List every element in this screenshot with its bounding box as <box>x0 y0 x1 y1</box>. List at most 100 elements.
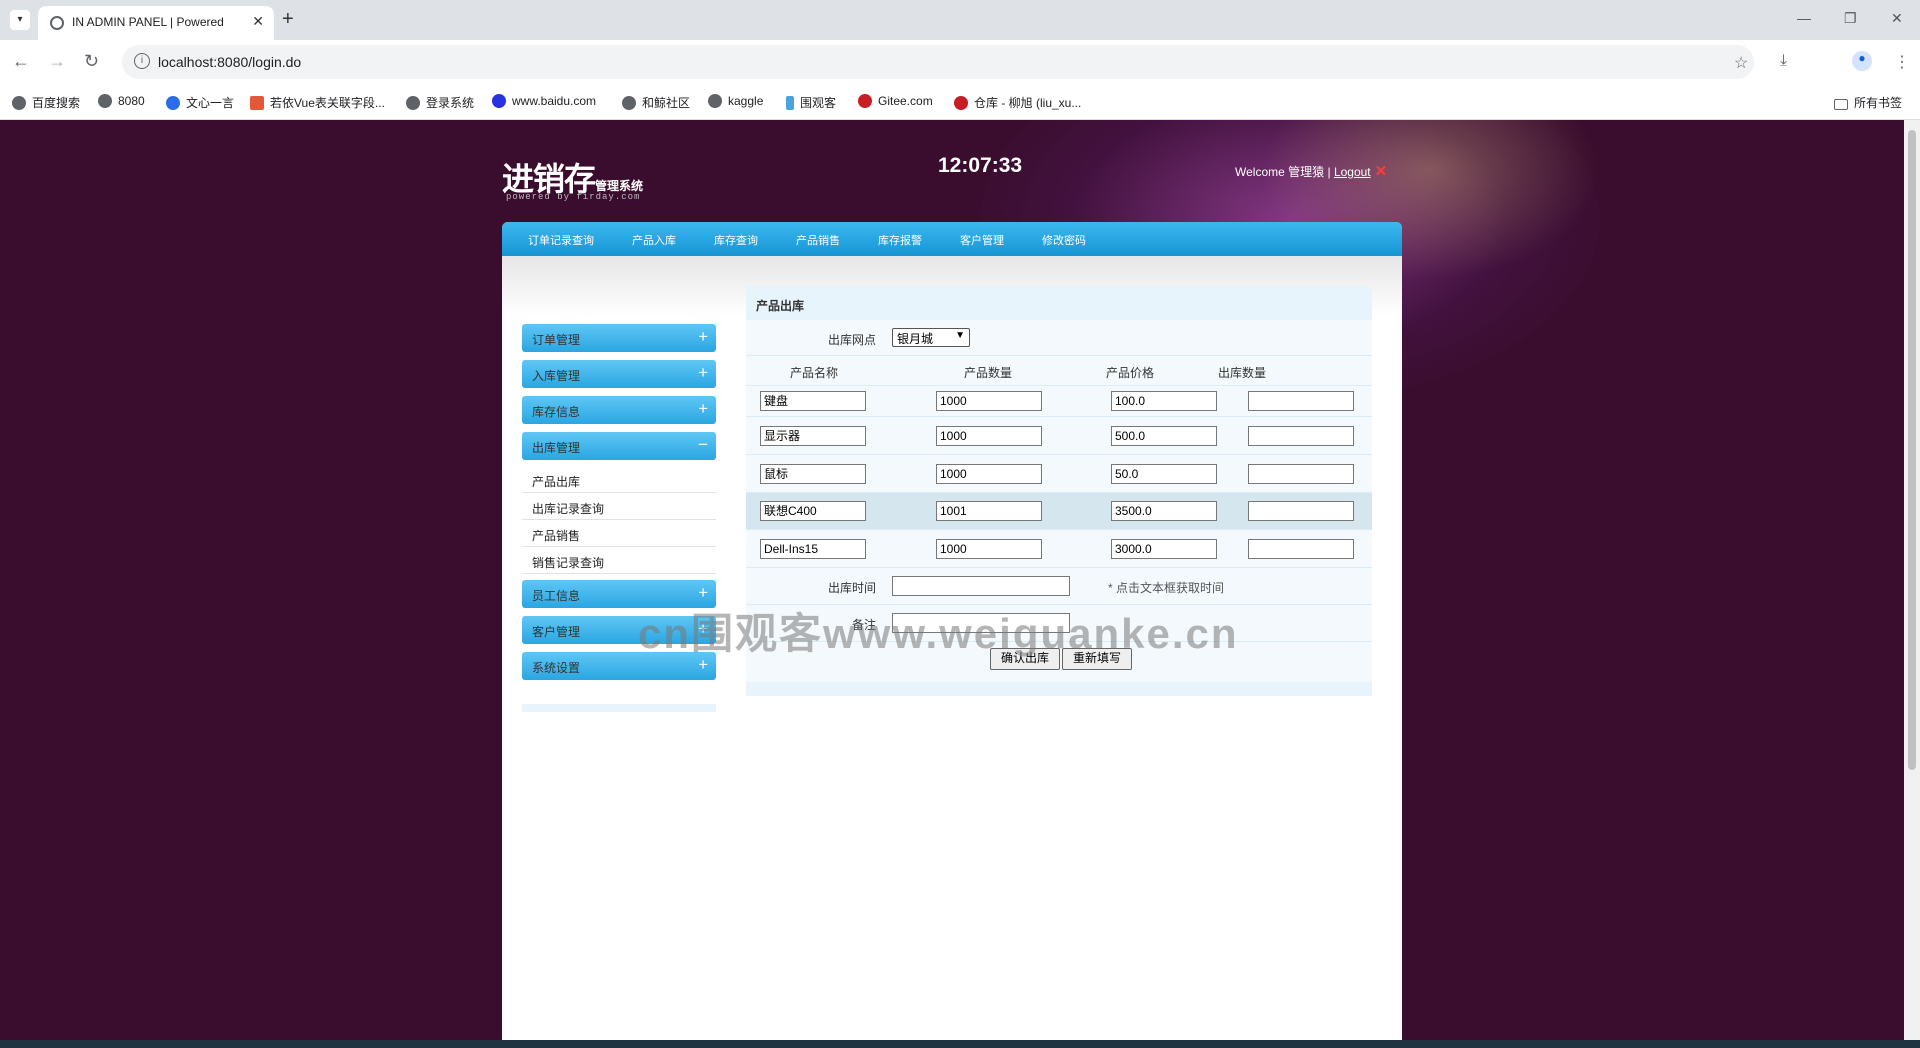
table-row: 鼠标 1000 50.0 <box>746 455 1372 493</box>
baidu-paw-icon <box>492 94 506 108</box>
nav-order-records[interactable]: 订单记录查询 <box>528 232 594 248</box>
globe-icon <box>708 94 722 108</box>
product-qty-field[interactable]: 1001 <box>936 501 1042 521</box>
product-qty-field[interactable]: 1000 <box>936 426 1042 446</box>
bookmarks-bar: 百度搜索 8080 文心一言 若依Vue表关联字段... 登录系统 www.ba… <box>0 84 1920 120</box>
bookmark-item[interactable]: 登录系统 <box>406 94 474 111</box>
sidebar-item-outbound-records[interactable]: 出库记录查询 <box>522 493 716 520</box>
restore-icon[interactable]: ❐ <box>1844 10 1857 27</box>
globe-icon <box>406 96 420 110</box>
table-row: 显示器 1000 500.0 <box>746 417 1372 455</box>
outlet-select[interactable]: 银月城 ▼ <box>892 328 970 347</box>
product-price-field[interactable]: 500.0 <box>1111 426 1217 446</box>
bookmark-item[interactable]: 8080 <box>98 94 145 108</box>
plus-icon: + <box>698 399 708 418</box>
outbound-qty-field[interactable] <box>1248 391 1354 411</box>
bookmark-item[interactable]: 若依Vue表关联字段... <box>250 94 385 111</box>
table-header: 产品名称 产品数量 产品价格 出库数量 <box>746 356 1372 386</box>
product-qty-field[interactable]: 1000 <box>936 539 1042 559</box>
sidebar-group-inbound[interactable]: 入库管理 + <box>522 360 716 388</box>
bookmark-item[interactable]: 百度搜索 <box>12 94 80 111</box>
outbound-qty-field[interactable] <box>1248 501 1354 521</box>
sidebar-group-stock[interactable]: 库存信息 + <box>522 396 716 424</box>
bookmark-item[interactable]: 仓库 - 柳旭 (liu_xu... <box>954 94 1081 111</box>
product-qty-field[interactable]: 1000 <box>936 464 1042 484</box>
product-name-field[interactable]: 鼠标 <box>760 464 866 484</box>
sidebar-group-outbound[interactable]: 出库管理 − <box>522 432 716 460</box>
download-icon[interactable]: ⤓ <box>1780 52 1787 70</box>
profile-icon[interactable]: ● <box>1852 51 1872 71</box>
chevron-down-icon: ▼ <box>955 330 965 341</box>
product-qty-field[interactable]: 1000 <box>936 391 1042 411</box>
back-icon[interactable]: ← <box>12 51 30 72</box>
page-scrollbar[interactable] <box>1904 120 1920 1040</box>
url-text: localhost:8080/login.do <box>158 54 302 70</box>
gitee-icon <box>858 94 872 108</box>
globe-icon <box>12 96 26 110</box>
browser-toolbar: ← → ↻ i localhost:8080/login.do ☆ ⤓ ● ⋮ <box>0 40 1920 84</box>
top-navigation: 订单记录查询 产品入库 库存查询 产品销售 库存报警 客户管理 修改密码 <box>502 222 1402 256</box>
forward-icon[interactable]: → <box>48 51 66 72</box>
time-hint: * 点击文本框获取时间 <box>1108 581 1225 595</box>
nav-change-password[interactable]: 修改密码 <box>1042 232 1086 248</box>
bookmark-item[interactable]: www.baidu.com <box>492 94 596 108</box>
product-name-field[interactable]: 显示器 <box>760 426 866 446</box>
logo-sub-text: 管理系统 <box>595 179 644 193</box>
bookmark-item[interactable]: kaggle <box>708 94 763 108</box>
scrollbar-thumb[interactable] <box>1908 130 1916 770</box>
form-title: 产品出库 <box>756 299 805 313</box>
logout-link[interactable]: Logout <box>1334 165 1371 179</box>
outbound-qty-field[interactable] <box>1248 464 1354 484</box>
sidebar-group-orders[interactable]: 订单管理 + <box>522 324 716 352</box>
nav-product-inbound[interactable]: 产品入库 <box>632 232 676 248</box>
product-name-field[interactable]: 联想C400 <box>760 501 866 521</box>
bookmark-item[interactable]: 围观客 <box>786 94 836 111</box>
minimize-icon[interactable]: — <box>1797 10 1811 26</box>
welcome-area: Welcome 管理猿 | Logout ✕ <box>1235 162 1387 180</box>
nav-customer-management[interactable]: 客户管理 <box>960 232 1004 248</box>
sidebar-item-product-outbound[interactable]: 产品出库 <box>522 466 716 493</box>
table-row: 键盘 1000 100.0 <box>746 386 1372 417</box>
sidebar-item-product-sales[interactable]: 产品销售 <box>522 520 716 547</box>
product-name-field[interactable]: 键盘 <box>760 391 866 411</box>
reload-icon[interactable]: ↻ <box>84 51 99 72</box>
nav-product-sales[interactable]: 产品销售 <box>796 232 840 248</box>
app-logo: 进销存管理系统 powered by firday.com <box>502 154 644 202</box>
bookmark-star-icon[interactable]: ☆ <box>1734 53 1748 73</box>
close-tab-icon[interactable]: ✕ <box>252 13 264 30</box>
new-tab-button[interactable]: + <box>282 8 294 31</box>
product-name-field[interactable]: Dell-Ins15 <box>760 539 866 559</box>
outbound-time-field[interactable] <box>892 576 1070 596</box>
table-row: 联想C400 1001 3500.0 <box>746 493 1372 530</box>
product-price-field[interactable]: 3500.0 <box>1111 501 1217 521</box>
product-price-field[interactable]: 100.0 <box>1111 391 1217 411</box>
outlet-row: 出库网点 银月城 ▼ <box>746 320 1372 356</box>
all-bookmarks[interactable]: 所有书签 <box>1834 94 1902 111</box>
site-info-icon[interactable]: i <box>134 53 150 69</box>
address-bar[interactable]: i localhost:8080/login.do ☆ <box>122 45 1754 79</box>
tab-search-button[interactable]: ▾ <box>10 10 30 30</box>
plus-icon: + <box>698 363 708 382</box>
outlet-label: 出库网点 <box>828 333 877 347</box>
table-row: Dell-Ins15 1000 3000.0 <box>746 530 1372 568</box>
nav-stock-alert[interactable]: 库存报警 <box>878 232 922 248</box>
minus-icon: − <box>698 435 708 454</box>
bookmark-item[interactable]: 和鲸社区 <box>622 94 690 111</box>
menu-dots-icon[interactable]: ⋮ <box>1894 52 1910 72</box>
outbound-qty-field[interactable] <box>1248 539 1354 559</box>
product-price-field[interactable]: 50.0 <box>1111 464 1217 484</box>
outbound-qty-field[interactable] <box>1248 426 1354 446</box>
globe-icon <box>622 96 636 110</box>
browser-tab[interactable]: IN ADMIN PANEL | Powered ✕ <box>38 6 274 40</box>
nav-stock-query[interactable]: 库存查询 <box>714 232 758 248</box>
bookmark-item[interactable]: 文心一言 <box>166 94 234 111</box>
close-window-icon[interactable]: ✕ <box>1891 10 1903 27</box>
folder-icon <box>1834 99 1848 110</box>
column-header: 产品价格 <box>1106 366 1155 380</box>
watermark: cn围观客www.weiguanke.cn <box>638 610 1239 657</box>
bookmark-item[interactable]: Gitee.com <box>858 94 933 108</box>
logout-x-icon[interactable]: ✕ <box>1375 163 1388 180</box>
sidebar-item-sales-records[interactable]: 销售记录查询 <box>522 547 716 574</box>
clock: 12:07:33 <box>938 154 1023 177</box>
product-price-field[interactable]: 3000.0 <box>1111 539 1217 559</box>
